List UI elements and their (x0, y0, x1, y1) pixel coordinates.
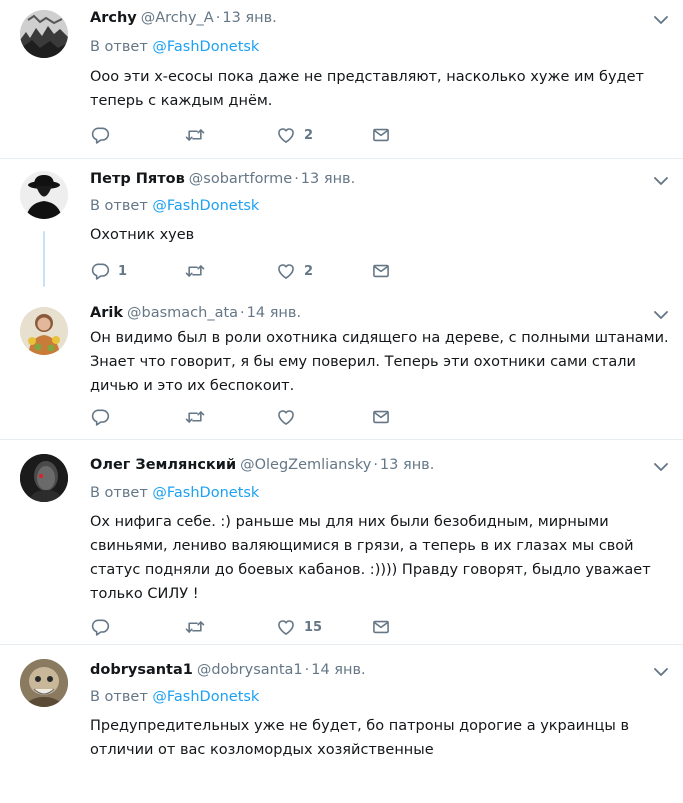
user-name[interactable]: Archy (90, 10, 137, 26)
tweet-header: Олег Землянский @OlegZemliansky · 13 янв. (90, 455, 434, 475)
chevron-down-icon[interactable] (653, 14, 669, 26)
reply-mention[interactable]: @FashDonetsk (152, 689, 259, 705)
tweet-actions: 2 (90, 124, 400, 146)
tweet-archy[interactable]: Archy @Archy_A · 13 янв. В ответ @FashDonet… (0, 0, 683, 159)
tweet-actions: 15 (90, 616, 400, 638)
retweet-icon (185, 617, 205, 637)
reply-context: В ответ @FashDonetsk (90, 37, 259, 57)
tweet-date[interactable]: 13 янв. (301, 171, 355, 187)
tweet-text: Охотник хуев (90, 227, 195, 243)
user-name[interactable]: Олег Землянский (90, 457, 236, 473)
like-button[interactable] (276, 406, 304, 428)
tweet-oleg-zemliansky[interactable]: Олег Землянский @OlegZemliansky · 13 янв. В… (0, 440, 683, 644)
user-handle[interactable]: @sobartforme (189, 171, 292, 187)
like-count: 2 (304, 127, 314, 143)
reply-icon (90, 407, 110, 427)
message-icon (371, 617, 391, 637)
chevron-down-icon[interactable] (653, 666, 669, 678)
avatar[interactable] (20, 659, 68, 707)
retweet-icon (185, 125, 205, 145)
like-icon (276, 261, 296, 281)
tweet-arik[interactable]: Arik @basmach_ata · 14 янв. Он видимо был в… (0, 290, 683, 439)
reply-button[interactable] (90, 616, 118, 638)
tweet-header: dobrysanta1 @dobrysanta1 · 14 янв. (90, 660, 366, 680)
reply-button[interactable] (90, 406, 118, 428)
retweet-button[interactable] (185, 124, 213, 146)
tweet-actions: 1 2 (90, 260, 400, 282)
reply-mention[interactable]: @FashDonetsk (152, 485, 259, 501)
reply-mention[interactable]: @FashDonetsk (152, 198, 259, 214)
chevron-down-icon[interactable] (653, 461, 669, 473)
avatar[interactable] (20, 171, 68, 219)
separator-dot: · (304, 662, 310, 678)
reply-prefix: В ответ (90, 39, 148, 55)
user-name[interactable]: dobrysanta1 (90, 662, 193, 678)
user-name[interactable]: Петр Пятов (90, 171, 185, 187)
reply-prefix: В ответ (90, 689, 148, 705)
user-handle[interactable]: @Archy_A (141, 10, 214, 26)
tweet-header: Петр Пятов @sobartforme · 13 янв. (90, 169, 355, 189)
like-count: 15 (304, 619, 323, 635)
reply-context: В ответ @FashDonetsk (90, 196, 259, 216)
tweet-text: Он видимо был в роли охотника сидящего н… (90, 330, 669, 394)
tweet-date[interactable]: 13 янв. (222, 10, 276, 26)
user-handle[interactable]: @dobrysanta1 (197, 662, 303, 678)
tweet-date[interactable]: 14 янв. (247, 305, 301, 321)
tweet-header: Archy @Archy_A · 13 янв. (90, 8, 277, 28)
separator-dot: · (240, 305, 245, 321)
tweet-dobrysanta1[interactable]: dobrysanta1 @dobrysanta1 · 14 янв. В ответ … (0, 645, 683, 803)
avatar[interactable] (20, 307, 68, 355)
avatar[interactable] (20, 454, 68, 502)
reply-icon (90, 617, 110, 637)
reply-mention[interactable]: @FashDonetsk (152, 39, 259, 55)
reply-icon (90, 125, 110, 145)
tweet-text: Ох нифига себе. :) раньше мы для них был… (90, 514, 651, 602)
like-button[interactable]: 2 (276, 260, 313, 282)
message-button[interactable] (371, 124, 391, 146)
reply-context: В ответ @FashDonetsk (90, 687, 259, 707)
message-button[interactable] (371, 406, 391, 428)
reply-context: В ответ @FashDonetsk (90, 483, 259, 503)
reply-count: 1 (118, 263, 128, 279)
thread-line (43, 231, 45, 287)
user-handle[interactable]: @basmach_ata (127, 305, 238, 321)
separator-dot: · (215, 10, 221, 26)
user-name[interactable]: Arik (90, 305, 123, 321)
chevron-down-icon[interactable] (653, 175, 669, 187)
avatar[interactable] (20, 10, 68, 58)
separator-dot: · (373, 457, 378, 473)
tweet-date[interactable]: 13 янв. (380, 457, 434, 473)
tweet-petr-pyatov[interactable]: Петр Пятов @sobartforme · 13 янв. В ответ @… (0, 159, 683, 290)
message-icon (371, 261, 391, 281)
user-handle[interactable]: @OlegZemliansky (240, 457, 371, 473)
like-icon (276, 125, 296, 145)
tweet-date[interactable]: 14 янв. (311, 662, 365, 678)
tweet-header: Arik @basmach_ata · 14 янв. (90, 303, 301, 323)
reply-button[interactable]: 1 (90, 260, 127, 282)
tweet-actions (90, 406, 400, 428)
like-button[interactable]: 2 (276, 124, 313, 146)
message-icon (371, 407, 391, 427)
reply-button[interactable] (90, 124, 118, 146)
retweet-button[interactable] (185, 616, 213, 638)
tweet-text: Предупредительных уже не будет, бо патро… (90, 718, 629, 758)
tweet-text: Ооо эти х-есосы пока даже не представляю… (90, 69, 644, 109)
retweet-icon (185, 407, 205, 427)
message-button[interactable] (371, 616, 391, 638)
retweet-button[interactable] (185, 260, 213, 282)
reply-prefix: В ответ (90, 485, 148, 501)
message-button[interactable] (371, 260, 391, 282)
retweet-button[interactable] (185, 406, 213, 428)
separator-dot: · (294, 171, 299, 187)
reply-icon (90, 261, 110, 281)
like-count: 2 (304, 263, 314, 279)
reply-prefix: В ответ (90, 198, 148, 214)
like-icon (276, 407, 296, 427)
chevron-down-icon[interactable] (653, 309, 669, 321)
message-icon (371, 125, 391, 145)
retweet-icon (185, 261, 205, 281)
like-icon (276, 617, 296, 637)
like-button[interactable]: 15 (276, 616, 322, 638)
